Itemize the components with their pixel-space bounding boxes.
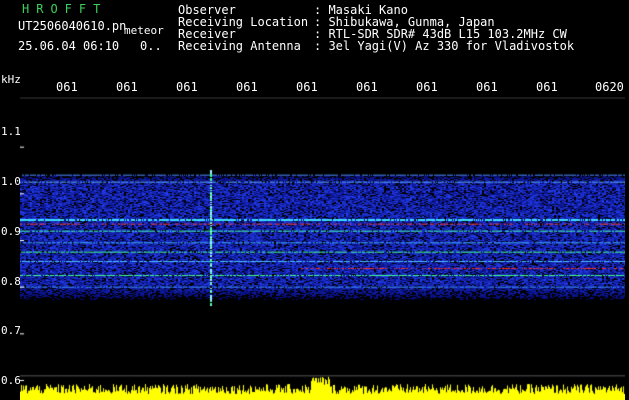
- header-label-antenna: Receiving Antenna: [178, 39, 301, 53]
- date-time: 25.06.04 06:10: [18, 39, 120, 53]
- meteor-label: meteor: [124, 24, 164, 37]
- date-time-extra: 0..: [140, 39, 162, 53]
- spectrogram: [20, 100, 625, 400]
- freq-tick-label: 0.7: [1, 324, 21, 337]
- file-name: UT2506040610.pn: [18, 19, 127, 33]
- logo: HROFFT: [22, 2, 108, 16]
- freq-tick-label: 0.6: [1, 374, 21, 387]
- frequency-unit: kHz: [1, 73, 21, 86]
- freq-tick-label: 1.1: [1, 125, 21, 138]
- freq-tick-label: 0.8: [1, 275, 21, 288]
- header-value-antenna: : 3el Yagi(V) Az 330 for Vladivostok: [314, 39, 575, 53]
- freq-tick-label: 1.0: [1, 175, 21, 188]
- time-axis-ticks: [20, 97, 625, 99]
- freq-tick-label: 0.9: [1, 225, 21, 238]
